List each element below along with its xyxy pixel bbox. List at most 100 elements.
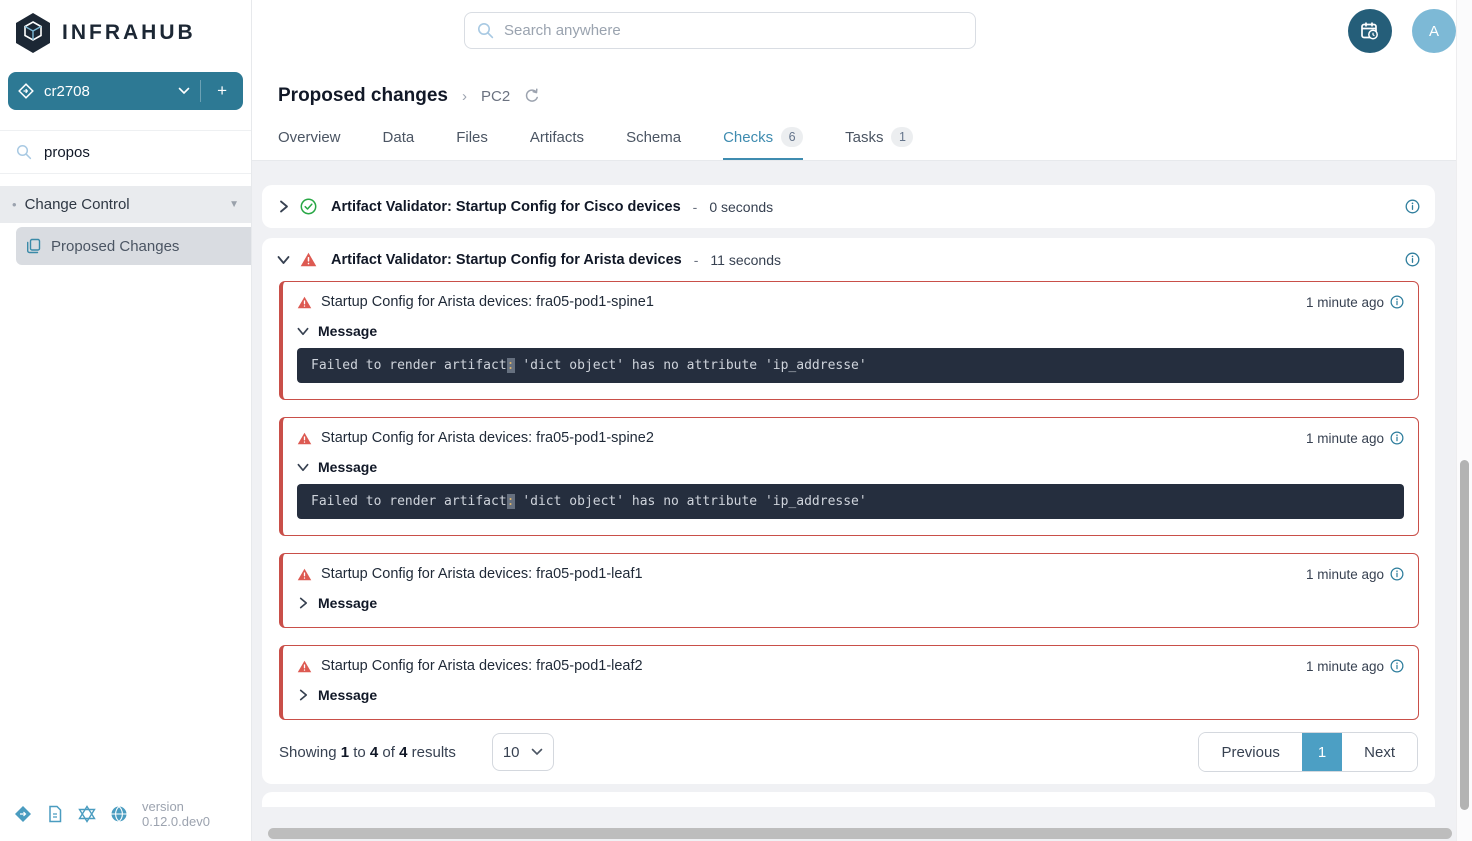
error-message-code[interactable]: Failed to render artifact: 'dict object'…: [297, 348, 1404, 383]
sidebar-item-label: Proposed Changes: [51, 238, 179, 255]
page-size-select[interactable]: 10: [492, 733, 554, 771]
check-timestamp: 1 minute ago: [1306, 567, 1384, 582]
next-page-button[interactable]: Next: [1342, 733, 1417, 771]
schedule-button[interactable]: [1348, 9, 1392, 53]
tab-overview[interactable]: Overview: [278, 127, 341, 160]
avatar[interactable]: A: [1412, 9, 1456, 53]
breadcrumb: Proposed changes › PC2: [278, 85, 1456, 107]
tab-files[interactable]: Files: [456, 127, 488, 160]
docs-icon[interactable]: [46, 805, 64, 823]
global-search-input[interactable]: [504, 22, 963, 39]
warning-triangle-icon: [297, 568, 312, 581]
breadcrumb-current: PC2: [481, 88, 510, 105]
pagination: Showing 1 to 4 of 4 results 10 Previous …: [279, 732, 1418, 772]
tab-data[interactable]: Data: [383, 127, 415, 160]
sidebar-search-input[interactable]: [44, 144, 243, 161]
validator-card-arista: Artifact Validator: Startup Config for A…: [262, 238, 1435, 784]
page-head: Proposed changes › PC2 Overview Data Fil…: [252, 62, 1456, 161]
chevron-right-icon: [297, 689, 309, 701]
warning-triangle-icon: [300, 252, 317, 267]
vertical-scrollbar-thumb[interactable]: [1460, 460, 1469, 810]
sidebar-item-proposed-changes[interactable]: Proposed Changes: [16, 227, 251, 265]
divider: [200, 80, 201, 102]
info-icon[interactable]: [1390, 295, 1404, 309]
main-area: A Proposed changes › PC2 Overview Data F…: [252, 0, 1456, 841]
validator-title: Artifact Validator: Startup Config for C…: [331, 199, 681, 215]
branch-name: cr2708: [44, 83, 168, 100]
check-card-leaf1: Startup Config for Arista devices: fra05…: [279, 553, 1419, 628]
info-icon[interactable]: [1390, 431, 1404, 445]
validator-card-cisco: Artifact Validator: Startup Config for C…: [262, 185, 1435, 228]
info-icon[interactable]: [1405, 199, 1420, 214]
chevron-down-icon[interactable]: [277, 253, 290, 266]
tab-checks[interactable]: Checks6: [723, 127, 803, 160]
vertical-scrollbar[interactable]: [1456, 0, 1472, 841]
check-timestamp: 1 minute ago: [1306, 659, 1384, 674]
check-timestamp: 1 minute ago: [1306, 295, 1384, 310]
sidebar: INFRAHUB cr2708 + ✕ • Change Control ▼ P…: [0, 0, 252, 841]
graphql-icon[interactable]: [78, 805, 96, 823]
next-validator-card-partial: [262, 792, 1435, 807]
validator-row[interactable]: Artifact Validator: Startup Config for A…: [262, 238, 1435, 281]
error-message-code[interactable]: Failed to render artifact: 'dict object'…: [297, 484, 1404, 519]
checks-panel: Artifact Validator: Startup Config for C…: [252, 161, 1456, 841]
warning-triangle-icon: [297, 432, 312, 445]
message-toggle[interactable]: Message: [297, 595, 1404, 611]
chevron-right-icon[interactable]: [277, 200, 290, 213]
check-circle-icon: [300, 198, 317, 215]
warning-triangle-icon: [297, 660, 312, 673]
app-logo[interactable]: INFRAHUB: [0, 0, 251, 64]
horizontal-scrollbar-thumb[interactable]: [268, 828, 1452, 839]
chevron-down-icon: [297, 325, 309, 337]
validator-title: Artifact Validator: Startup Config for A…: [331, 252, 682, 268]
breadcrumb-chevron-icon: ›: [462, 88, 467, 105]
refresh-icon[interactable]: [524, 88, 540, 104]
page-1-button[interactable]: 1: [1302, 733, 1342, 771]
copy-document-icon: [26, 238, 42, 254]
message-toggle[interactable]: Message: [297, 459, 1404, 475]
tab-artifacts[interactable]: Artifacts: [530, 127, 584, 160]
validator-row[interactable]: Artifact Validator: Startup Config for C…: [262, 185, 1435, 228]
check-card-spine2: Startup Config for Arista devices: fra05…: [279, 417, 1419, 536]
chevron-down-icon[interactable]: [178, 87, 190, 95]
check-title: Startup Config for Arista devices: fra05…: [321, 566, 643, 582]
version-label: version 0.12.0.dev0: [142, 799, 237, 829]
message-toggle[interactable]: Message: [297, 687, 1404, 703]
chevron-down-icon: [297, 461, 309, 473]
page-title: Proposed changes: [278, 85, 448, 107]
app-logo-text: INFRAHUB: [62, 21, 196, 45]
search-icon: [16, 144, 32, 160]
info-icon[interactable]: [1405, 252, 1420, 267]
info-icon[interactable]: [1390, 567, 1404, 581]
branch-diamond-icon[interactable]: [14, 805, 32, 823]
sidebar-group-change-control[interactable]: • Change Control ▼: [0, 186, 251, 223]
infrahub-hexagon-icon: [14, 12, 52, 54]
tab-bar: Overview Data Files Artifacts Schema Che…: [278, 127, 1456, 160]
results-summary: Showing 1 to 4 of 4 results: [279, 744, 456, 761]
calendar-clock-icon: [1359, 20, 1381, 42]
chevron-down-icon: [531, 748, 543, 756]
tasks-count-badge: 1: [891, 127, 913, 147]
bullet-icon: •: [12, 197, 17, 212]
info-icon[interactable]: [1390, 659, 1404, 673]
chevron-right-icon: [297, 597, 309, 609]
message-toggle[interactable]: Message: [297, 323, 1404, 339]
check-timestamp: 1 minute ago: [1306, 431, 1384, 446]
check-title: Startup Config for Arista devices: fra05…: [321, 294, 654, 310]
tab-tasks[interactable]: Tasks1: [845, 127, 913, 160]
sidebar-group-label: Change Control: [25, 196, 222, 213]
validator-duration: 0 seconds: [709, 199, 773, 215]
validator-duration: 11 seconds: [710, 252, 781, 268]
add-branch-button[interactable]: +: [211, 81, 233, 101]
swagger-globe-icon[interactable]: [110, 805, 128, 823]
checks-count-badge: 6: [781, 127, 803, 147]
check-card-leaf2: Startup Config for Arista devices: fra05…: [279, 645, 1419, 720]
warning-triangle-icon: [297, 296, 312, 309]
previous-page-button[interactable]: Previous: [1199, 733, 1301, 771]
chevron-down-icon: ▼: [229, 199, 239, 210]
tab-schema[interactable]: Schema: [626, 127, 681, 160]
global-search: [464, 12, 976, 49]
check-card-spine1: Startup Config for Arista devices: fra05…: [279, 281, 1419, 400]
branch-selector-button[interactable]: cr2708 +: [8, 72, 243, 110]
pager-buttons: Previous 1 Next: [1198, 732, 1418, 772]
